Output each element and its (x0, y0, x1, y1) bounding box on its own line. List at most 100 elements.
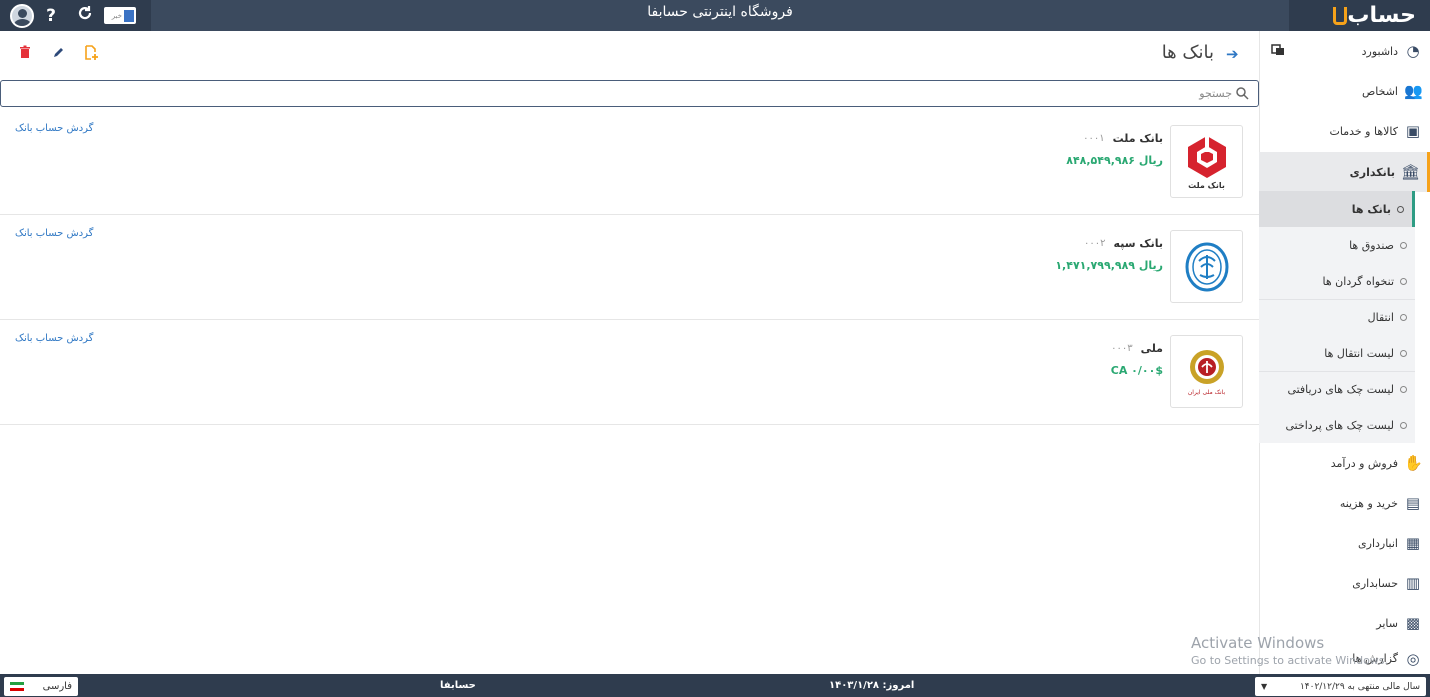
watermark-subtitle: Go to Settings to activate Windows. (1191, 654, 1389, 667)
sidebar-item-accounting[interactable]: حسابداری ▥ (1259, 563, 1430, 603)
sepah-logo-icon (1185, 242, 1228, 291)
bank-turnover-link[interactable]: گردش حساب بانک (15, 123, 93, 134)
fiscal-year-select[interactable]: ▼ سال مالی منتهی به ۱۴۰۲/۱۲/۲۹ (1255, 677, 1426, 696)
bank-row[interactable]: بانک سپه ۰۰۰۲ ریال ۱,۴۷۱,۷۹۹,۹۸۹ گردش حس… (0, 215, 1259, 320)
sidebar: داشبورد ◔ اشخاص 👥 کالاها و خدمات ▣ بانکد… (1259, 31, 1430, 674)
delete-button[interactable] (16, 45, 34, 63)
bank-name-line: بانک سپه ۰۰۰۲ (1084, 237, 1163, 250)
bank-balance: ریال ۱,۴۷۱,۷۹۹,۹۸۹ (1055, 259, 1163, 272)
submenu-item-received-checks[interactable]: لیست چک های دریافتی (1259, 371, 1415, 407)
trash-icon (20, 45, 30, 58)
bank-code: ۰۰۰۳ (1111, 343, 1133, 354)
bank-code: ۰۰۰۲ (1084, 238, 1106, 249)
chevron-down-icon: ▼ (1261, 682, 1268, 691)
fiscal-year-label: سال مالی منتهی به ۱۴۰۲/۱۲/۲۹ (1299, 681, 1420, 692)
pencil-icon (54, 48, 63, 57)
report-icon: ◎ (1406, 649, 1420, 668)
wallet-icon: ▤ (1405, 494, 1421, 512)
sidebar-item-label: اشخاص (1361, 84, 1398, 98)
bullet-icon (1400, 277, 1407, 285)
submenu-item-label: انتقال (1367, 311, 1394, 324)
bank-sepah-logo (1170, 230, 1243, 303)
accounting-icon: ▥ (1405, 574, 1421, 592)
bank-melli-logo: بانک ملی ایران (1170, 335, 1243, 408)
bank-balance: ریال ۸۴۸,۵۴۹,۹۸۶ (1066, 154, 1163, 167)
back-arrow-icon[interactable]: ➔ (1226, 45, 1239, 63)
submenu-item-petty-cash[interactable]: تنخواه گردان ها (1259, 263, 1415, 299)
box-icon: ▣ (1405, 122, 1421, 140)
bank-mellat-logo: بانک ملت (1170, 125, 1243, 198)
search-box[interactable] (0, 80, 1259, 107)
iran-flag-icon (10, 681, 24, 692)
page-title: بانک ها (1161, 42, 1214, 63)
bank-name-line: بانک ملت ۰۰۰۱ (1083, 132, 1163, 145)
search-icon (1236, 87, 1249, 100)
people-icon: 👥 (1404, 82, 1423, 100)
logo-text: حساب (1347, 3, 1417, 28)
submenu-item-transfer-list[interactable]: لیست انتقال ها (1259, 335, 1415, 371)
mellat-logo-icon (1187, 135, 1226, 178)
submenu-item-label: لیست چک های دریافتی (1287, 383, 1394, 396)
logo[interactable]: حساب (1289, 0, 1430, 31)
sidebar-item-products[interactable]: کالاها و خدمات ▣ (1259, 111, 1430, 151)
sidebar-item-label: حسابداری (1352, 576, 1398, 590)
sidebar-item-label: خرید و هزینه (1339, 496, 1398, 510)
bank-row[interactable]: بانک ملت بانک ملت ۰۰۰۱ ریال ۸۴۸,۵۴۹,۹۸۶ … (0, 110, 1259, 215)
edit-button[interactable] (50, 45, 68, 63)
language-select[interactable]: فارسی (4, 677, 78, 696)
language-label: فارسی (42, 681, 72, 692)
sidebar-item-warehouse[interactable]: انبارداری ▦ (1259, 523, 1430, 563)
bank-row[interactable]: بانک ملی ایران ملی ۰۰۰۳ $CA ۰/۰۰ گردش حس… (0, 320, 1259, 425)
add-button[interactable] (82, 45, 100, 63)
submenu-item-label: لیست انتقال ها (1324, 346, 1394, 360)
bullet-icon (1400, 241, 1407, 249)
bullet-icon (1397, 205, 1404, 213)
bank-logo-caption: بانک ملی ایران (1187, 389, 1226, 396)
other-icon: ▩ (1405, 614, 1421, 632)
windows-activation-watermark: Activate Windows Go to Settings to activ… (1191, 634, 1388, 667)
bank-name: بانک سپه (1113, 237, 1163, 250)
submenu-item-label: تنخواه گردان ها (1322, 274, 1394, 288)
sidebar-item-label: داشبورد (1361, 44, 1398, 58)
sidebar-item-label: بانکداری (1349, 165, 1395, 179)
sidebar-item-dashboard[interactable]: داشبورد ◔ (1259, 31, 1430, 71)
bullet-icon (1400, 314, 1407, 321)
bank-turnover-link[interactable]: گردش حساب بانک (15, 228, 93, 239)
footer-brand: حسابفا (440, 680, 476, 691)
bank-logo-caption: بانک ملت (1188, 180, 1225, 190)
sidebar-item-label: فروش و درآمد (1330, 456, 1398, 470)
submenu-item-label: صندوق ها (1349, 238, 1394, 252)
bank-name-line: ملی ۰۰۰۳ (1111, 342, 1163, 355)
submenu-item-label: لیست چک های پرداختی (1285, 418, 1394, 432)
bank-name: بانک ملت (1112, 132, 1163, 145)
dashboard-icon: ◔ (1406, 42, 1420, 60)
sidebar-item-banking[interactable]: بانکداری 🏛 (1259, 152, 1430, 192)
footer: فارسی حسابفا امروز: ۱۴۰۳/۱/۲۸ ▼ سال مالی… (0, 674, 1430, 697)
sidebar-item-purchases[interactable]: خرید و هزینه ▤ (1259, 483, 1430, 523)
submenu-item-transfer[interactable]: انتقال (1259, 299, 1415, 335)
submenu-item-paid-checks[interactable]: لیست چک های پرداختی (1259, 407, 1415, 443)
submenu-item-banks[interactable]: بانک ها (1259, 191, 1415, 227)
logo-mark-icon (1333, 6, 1348, 25)
melli-logo-icon (1189, 350, 1224, 384)
bullet-icon (1400, 421, 1407, 429)
main-content: بانک ها ➔ بانک ملت بانک ملت ۰۰۰۱ ریال ۸۴… (0, 31, 1259, 674)
submenu-item-cashboxes[interactable]: صندوق ها (1259, 227, 1415, 263)
bank-turnover-link[interactable]: گردش حساب بانک (15, 333, 93, 344)
search-input[interactable] (32, 83, 1232, 104)
sidebar-item-label: انبارداری (1358, 536, 1398, 550)
bank-code: ۰۰۰۱ (1083, 133, 1105, 144)
sidebar-item-people[interactable]: اشخاص 👥 (1259, 71, 1430, 111)
watermark-title: Activate Windows (1191, 634, 1325, 652)
sales-icon: ✋ (1404, 454, 1423, 472)
bullet-icon (1400, 386, 1407, 393)
top-bar: ? خبر فروشگاه اینترنتی حسابفا ≡ حساب (0, 0, 1430, 31)
sidebar-item-label: سایر (1376, 616, 1398, 630)
submenu-item-label: بانک ها (1351, 202, 1391, 216)
page-header: بانک ها ➔ (0, 31, 1259, 79)
sidebar-item-sales[interactable]: فروش و درآمد ✋ (1259, 443, 1430, 483)
footer-today-date: امروز: ۱۴۰۳/۱/۲۸ (829, 680, 915, 691)
bank-name: ملی (1140, 342, 1163, 355)
warehouse-icon: ▦ (1405, 534, 1421, 552)
bank-icon: 🏛 (1401, 163, 1421, 181)
